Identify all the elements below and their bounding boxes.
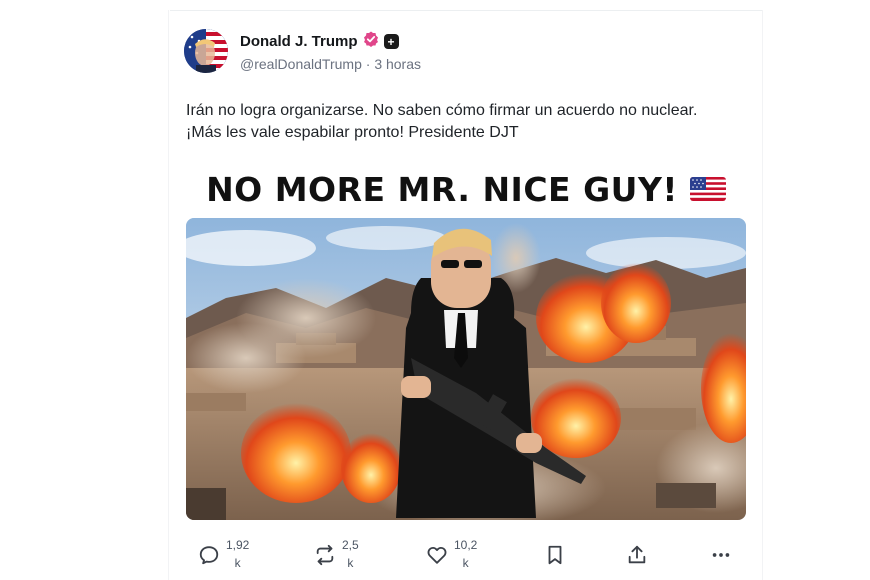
meta-separator: · (365, 56, 371, 72)
heart-icon (426, 536, 448, 571)
reply-count-value: 1,92 (226, 538, 250, 552)
reply-count: 1,92 k (226, 536, 249, 572)
us-flag-icon (689, 177, 726, 201)
avatar[interactable] (184, 29, 228, 73)
action-bar: 1,92 k 2,5 k 10,2 k (186, 536, 746, 576)
repost-button[interactable]: 2,5 k (314, 536, 359, 572)
media-headline: NO MORE MR. NICE GUY! (186, 168, 746, 210)
more-options-button[interactable] (710, 536, 732, 571)
like-count-unit: k (462, 556, 469, 570)
bookmark-icon (544, 536, 566, 571)
reply-count-unit: k (234, 556, 241, 570)
post-text-line: Irán no logra organizarse. No saben cómo… (186, 102, 698, 119)
author-handle[interactable]: @realDonaldTrump (240, 56, 362, 72)
like-button[interactable]: 10,2 k (426, 536, 477, 572)
card-left-border (168, 10, 169, 580)
repost-icon (314, 536, 336, 571)
card-top-divider (170, 10, 762, 11)
author-row: Donald J. Trump + (240, 31, 399, 52)
bookmark-button[interactable] (544, 536, 566, 571)
like-count: 10,2 k (454, 536, 477, 572)
like-count-value: 10,2 (454, 538, 478, 552)
post-media-image[interactable] (186, 218, 746, 520)
post-text-line: ¡Más les vale espabilar pronto! Presiden… (186, 124, 519, 141)
author-name[interactable]: Donald J. Trump (240, 33, 358, 50)
post-meta: @realDonaldTrump · 3 horas (240, 56, 421, 72)
share-icon (626, 536, 648, 571)
repost-count-unit: k (347, 556, 354, 570)
share-button[interactable] (626, 536, 648, 571)
reply-button[interactable]: 1,92 k (198, 536, 249, 572)
repost-count: 2,5 k (342, 536, 359, 572)
plus-badge-icon: + (383, 34, 399, 49)
card-right-border (762, 10, 763, 580)
headline-text: NO MORE MR. NICE GUY! (206, 169, 678, 209)
reply-icon (198, 536, 220, 571)
verified-badge-icon (363, 31, 379, 52)
post-timestamp[interactable]: 3 horas (374, 56, 421, 72)
repost-count-value: 2,5 (342, 538, 359, 552)
more-icon (710, 536, 732, 571)
post-text: Irán no logra organizarse. No saben cómo… (186, 100, 746, 144)
